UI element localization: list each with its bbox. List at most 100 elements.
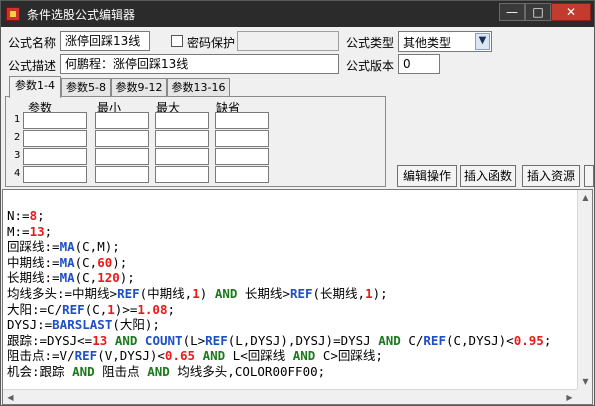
param-row-number: 4 bbox=[14, 168, 21, 179]
code-line[interactable]: 跟踪:=DYSJ<=13 AND COUNT(L>REF(L,DYSJ),DYS… bbox=[7, 333, 551, 349]
code-token: )>= bbox=[114, 301, 138, 317]
horizontal-scrollbar[interactable]: ◀ ▶ bbox=[3, 389, 577, 404]
minimize-button[interactable]: — bbox=[499, 3, 525, 21]
code-token: (V,DYSJ)< bbox=[97, 348, 165, 364]
window-title: 条件选股公式编辑器 bbox=[27, 8, 136, 22]
maximize-button[interactable]: □ bbox=[525, 3, 551, 21]
param-row-number: 3 bbox=[14, 150, 21, 161]
code-token: (C,DYSJ)< bbox=[445, 332, 514, 348]
code-token: 13 bbox=[92, 332, 108, 348]
tab-params-9-12[interactable]: 参数9-12 bbox=[111, 78, 167, 98]
code-token: REF bbox=[74, 348, 98, 364]
code-token: (中期线, bbox=[139, 285, 193, 301]
formula-name-label: 公式名称 bbox=[8, 36, 57, 50]
scroll-up-icon[interactable]: ▲ bbox=[578, 190, 592, 205]
param-max-cell[interactable] bbox=[155, 148, 209, 165]
param-default-cell[interactable] bbox=[215, 166, 269, 183]
password-label: 密码保护 bbox=[187, 36, 236, 50]
tab-params-1-4[interactable]: 参数1-4 bbox=[9, 76, 61, 98]
code-token: 0.65 bbox=[164, 348, 196, 364]
code-line[interactable]: 中期线:=MA(C,60); bbox=[7, 255, 551, 271]
code-token: C>回踩线; bbox=[315, 348, 383, 364]
param-name-cell[interactable] bbox=[23, 166, 87, 183]
edit-operations-button[interactable]: 编辑操作 bbox=[397, 165, 457, 187]
param-default-cell[interactable] bbox=[215, 130, 269, 147]
code-token: ) bbox=[199, 285, 215, 301]
param-max-cell[interactable] bbox=[155, 166, 209, 183]
insert-function-button[interactable]: 插入函数 bbox=[460, 165, 516, 187]
code-line[interactable]: 大阳:=C/REF(C,1)>=1.08; bbox=[7, 302, 551, 318]
chevron-down-icon[interactable]: ▼ bbox=[475, 33, 490, 50]
param-min-cell[interactable] bbox=[95, 130, 149, 147]
code-token: (C, bbox=[84, 301, 108, 317]
code-editor[interactable]: N:=8; M:=13; 回踩线:=MA(C,M); 中期线:=MA(C,60); 长期… bbox=[2, 189, 593, 405]
param-default-cell[interactable] bbox=[215, 148, 269, 165]
code-token: DYSJ:= bbox=[7, 317, 53, 333]
code-token: AND bbox=[72, 363, 95, 379]
code-token: 60 bbox=[97, 254, 113, 270]
code-token: 中期线:= bbox=[7, 254, 60, 270]
app-icon bbox=[6, 7, 20, 21]
code-line[interactable]: N:=8; bbox=[7, 208, 551, 224]
code-token: ); bbox=[112, 254, 128, 270]
code-token: (L> bbox=[182, 332, 206, 348]
scroll-left-icon[interactable]: ◀ bbox=[3, 390, 18, 404]
param-max-cell[interactable] bbox=[155, 112, 209, 129]
param-max-cell[interactable] bbox=[155, 130, 209, 147]
code-token: 阻击点:=V/ bbox=[7, 348, 75, 364]
formula-desc-label: 公式描述 bbox=[8, 59, 57, 73]
formula-version-input[interactable]: 0 bbox=[398, 54, 440, 74]
param-default-cell[interactable] bbox=[215, 112, 269, 129]
insert-resource-button[interactable]: 插入资源 bbox=[522, 165, 580, 187]
code-token: C/ bbox=[400, 332, 424, 348]
formula-desc-input[interactable]: 何鹏程：涨停回踩13线 bbox=[60, 54, 339, 74]
code-token: (大阳); bbox=[112, 317, 160, 333]
code-token: REF bbox=[117, 285, 140, 301]
scroll-down-icon[interactable]: ▼ bbox=[578, 374, 592, 389]
code-token: REF bbox=[423, 332, 446, 348]
code-line[interactable]: DYSJ:=BARSLAST(大阳); bbox=[7, 317, 551, 333]
param-min-cell[interactable] bbox=[95, 112, 149, 129]
param-row-number: 1 bbox=[14, 114, 21, 125]
param-name-cell[interactable] bbox=[23, 130, 87, 147]
formula-type-select[interactable]: 其他类型 ▼ bbox=[398, 31, 492, 52]
code-token: AND bbox=[114, 332, 138, 348]
code-token: 跟踪:=DYSJ<= bbox=[7, 332, 93, 348]
close-button[interactable]: ✕ bbox=[551, 3, 591, 21]
code-token: ; bbox=[44, 223, 53, 239]
code-line[interactable]: 阻击点:=V/REF(V,DYSJ)<0.65 AND L<回踩线 AND C>… bbox=[7, 348, 551, 364]
code-line[interactable]: 均线多头:=中期线>REF(中期线,1) AND 长期线>REF(长期线,1); bbox=[7, 286, 551, 302]
formula-editor-window: 条件选股公式编辑器 — □ ✕ 公式名称 涨停回踩13线 密码保护 公式类型 其… bbox=[0, 0, 595, 406]
param-name-cell[interactable] bbox=[23, 148, 87, 165]
code-line[interactable]: 长期线:=MA(C,120); bbox=[7, 270, 551, 286]
param-min-cell[interactable] bbox=[95, 148, 149, 165]
formula-type-value: 其他类型 bbox=[403, 36, 452, 50]
code-token: 长期线> bbox=[237, 285, 290, 301]
title-bar[interactable]: 条件选股公式编辑器 — □ ✕ bbox=[1, 1, 594, 27]
code-token: REF bbox=[205, 332, 228, 348]
code-line[interactable]: 机会:跟踪 AND 阻击点 AND 均线多头,COLOR00FF00; bbox=[7, 364, 551, 380]
code-token: REF bbox=[62, 301, 85, 317]
code-token: 8 bbox=[29, 208, 38, 223]
tab-params-13-16[interactable]: 参数13-16 bbox=[167, 78, 230, 98]
code-token: ); bbox=[119, 270, 135, 286]
code-line[interactable]: M:=13; bbox=[7, 224, 551, 240]
param-name-cell[interactable] bbox=[23, 112, 87, 129]
code-token: (C,M); bbox=[74, 239, 120, 255]
code-token: 1.08 bbox=[137, 301, 168, 317]
password-checkbox[interactable] bbox=[171, 35, 183, 47]
tab-params-5-8[interactable]: 参数5-8 bbox=[61, 78, 111, 98]
code-token: BARSLAST bbox=[52, 317, 113, 333]
scroll-right-icon[interactable]: ▶ bbox=[562, 390, 577, 404]
param-min-cell[interactable] bbox=[95, 166, 149, 183]
code-token: M:= bbox=[7, 223, 30, 239]
param-row-number: 2 bbox=[14, 132, 21, 143]
code-text[interactable]: N:=8; M:=13; 回踩线:=MA(C,M); 中期线:=MA(C,60); 长期… bbox=[7, 208, 551, 380]
vertical-scrollbar[interactable]: ▲ ▼ bbox=[577, 190, 592, 389]
code-line[interactable]: 回踩线:=MA(C,M); bbox=[7, 239, 551, 255]
more-button[interactable] bbox=[584, 165, 594, 187]
code-token: 1 bbox=[365, 285, 373, 301]
formula-name-input[interactable]: 涨停回踩13线 bbox=[60, 31, 150, 51]
